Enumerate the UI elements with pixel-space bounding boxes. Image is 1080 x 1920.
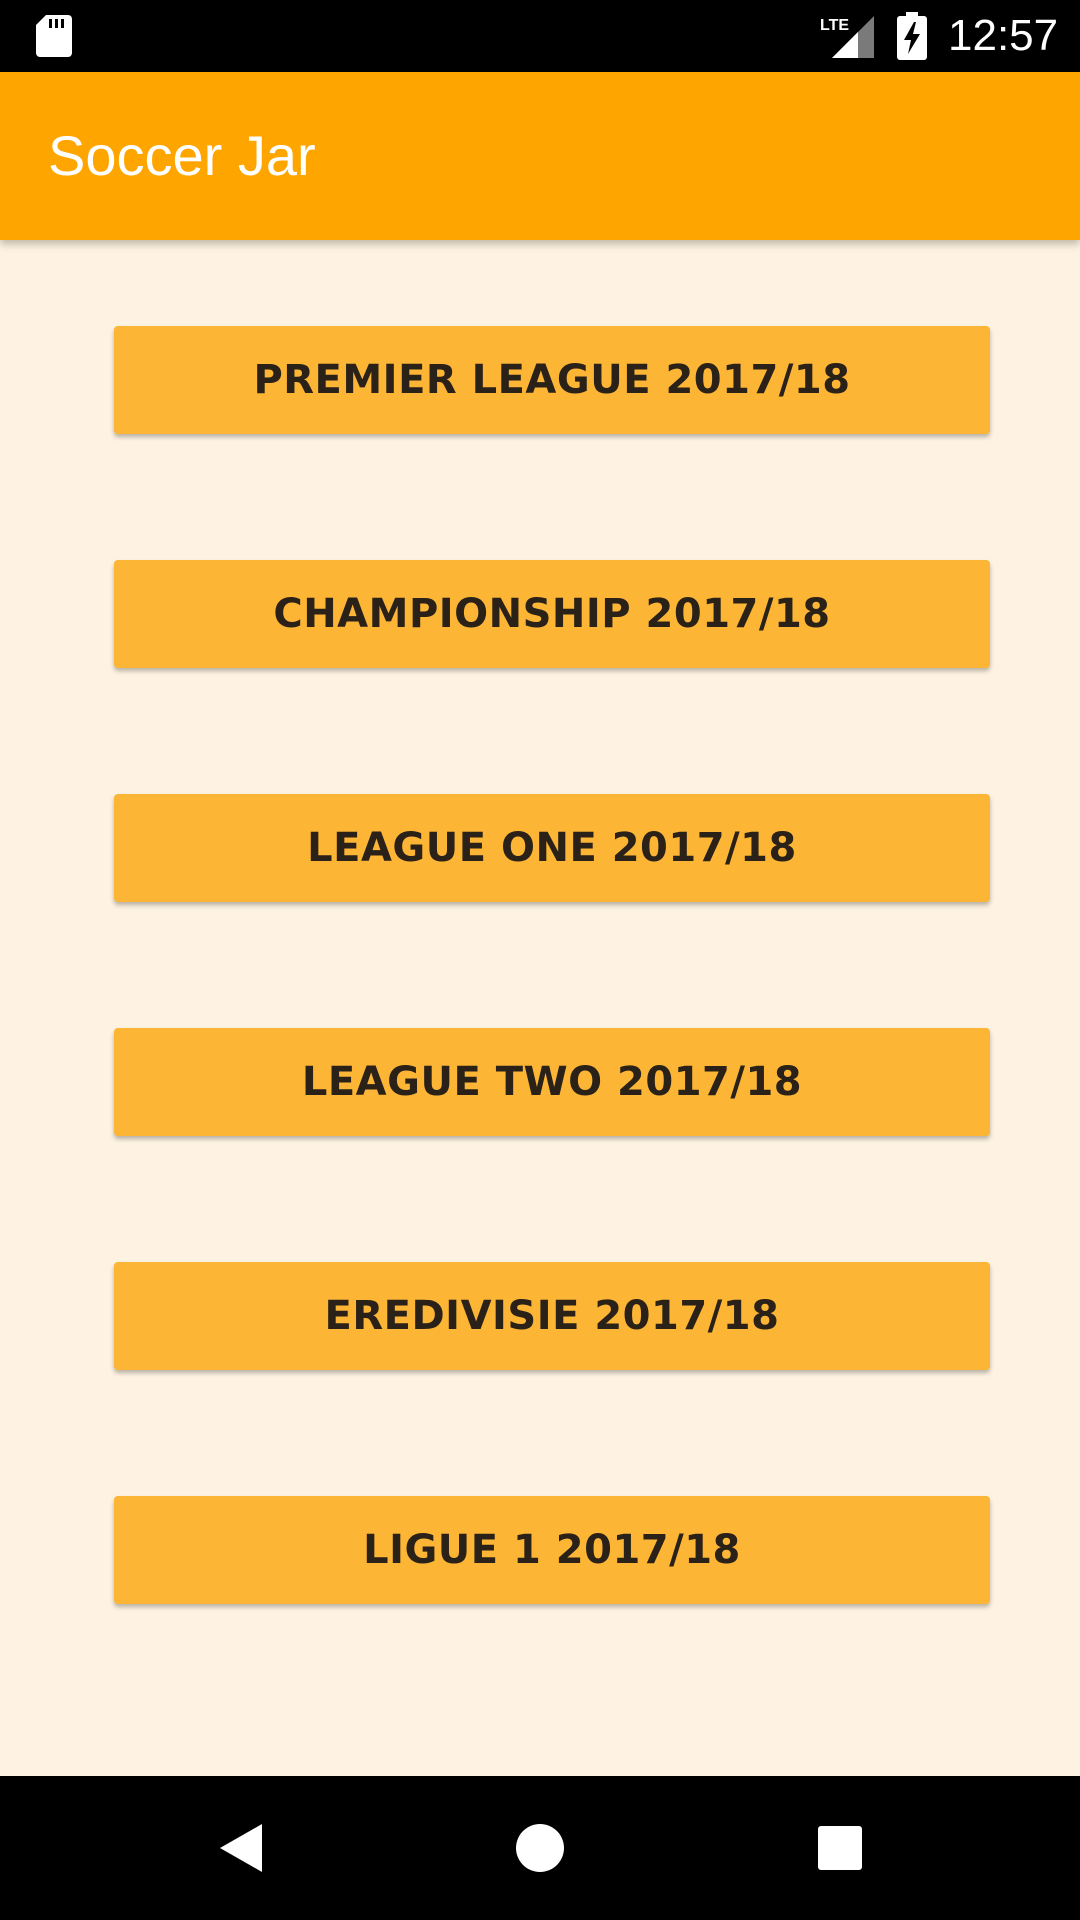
lte-label: LTE [820,17,849,34]
home-icon [516,1824,564,1872]
battery-charging-icon [897,12,927,60]
ligue-1-button[interactable]: LIGUE 1 2017/18 [114,1496,990,1604]
status-bar: LTE 12:57 [0,0,1080,72]
premier-league-button[interactable]: PREMIER LEAGUE 2017/18 [114,326,990,434]
home-button[interactable] [468,1776,612,1920]
league-two-button[interactable]: LEAGUE TWO 2017/18 [114,1028,990,1136]
navigation-bar [0,1776,1080,1920]
app-title: Soccer Jar [48,124,316,187]
championship-button[interactable]: CHAMPIONSHIP 2017/18 [114,560,990,668]
sd-card-icon [36,15,72,57]
league-list: PREMIER LEAGUE 2017/18 CHAMPIONSHIP 2017… [0,240,1080,1776]
recents-button[interactable] [768,1776,912,1920]
status-clock: 12:57 [948,11,1059,60]
back-button[interactable] [168,1776,312,1920]
eredivisie-button[interactable]: EREDIVISIE 2017/18 [114,1262,990,1370]
recents-icon [818,1826,862,1870]
app-bar: Soccer Jar [0,72,1080,240]
lte-signal-icon: LTE [820,16,874,58]
league-one-button[interactable]: LEAGUE ONE 2017/18 [114,794,990,902]
back-icon [220,1824,262,1872]
